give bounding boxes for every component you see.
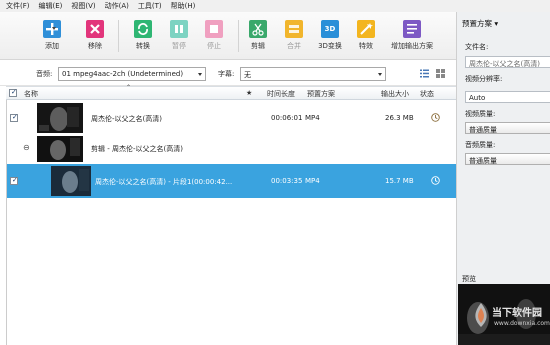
preview-label: 预览 xyxy=(462,275,476,283)
header-output-size[interactable]: 输出大小 xyxy=(381,89,409,99)
convert-icon xyxy=(134,20,152,38)
subtitle-label: 字幕: xyxy=(218,70,235,78)
file-list-header: ✓ 名称 ⌃ ★ 时间长度 预置方案 输出大小 状态 xyxy=(6,84,456,100)
menu-action[interactable]: 动作(A) xyxy=(105,1,129,11)
audio-quality-select[interactable]: 普通质量 xyxy=(465,153,550,165)
toolbar: 添加 移除 转换 暂停 停止 剪辑 合并 3D 3D变换 特效 增加输出方案 xyxy=(0,12,456,60)
row-duration: 00:03:35 xyxy=(271,177,303,185)
list-view-icon[interactable] xyxy=(420,69,429,78)
3d-convert-label: 3D变换 xyxy=(318,42,342,50)
scissors-icon xyxy=(249,20,267,38)
check-icon: ✓ xyxy=(11,88,17,96)
add-profile-label: 增加输出方案 xyxy=(391,42,433,50)
resolution-label: 视频分辨率: xyxy=(465,75,503,83)
watermark-logo-icon xyxy=(475,303,487,327)
filename-label: 文件名: xyxy=(465,43,489,51)
header-status[interactable]: 状态 xyxy=(420,89,434,99)
toolbar-divider xyxy=(118,20,119,52)
clock-status-icon xyxy=(431,176,440,185)
audio-label: 音频: xyxy=(36,70,53,78)
chevron-down-icon xyxy=(198,73,202,76)
grid-view-icon[interactable] xyxy=(436,69,445,78)
filter-bar: 音频: 01 mpeg4aac-2ch (Undetermined) 字幕: 无 xyxy=(0,62,456,86)
resolution-field[interactable]: Auto xyxy=(465,91,550,103)
row-title: 周杰伦-以父之名(高清) xyxy=(91,115,162,123)
menu-tools[interactable]: 工具(T) xyxy=(138,1,162,11)
remove-button[interactable]: 移除 xyxy=(73,20,117,51)
table-row-selected[interactable]: ✓ 周杰伦-以父之名(高清) - 片段1(00:00:42... 00:03:3… xyxy=(7,164,457,198)
merge-icon xyxy=(285,20,303,38)
row-title: 周杰伦-以父之名(高清) - 片段1(00:00:42... xyxy=(95,178,233,186)
check-icon: ✓ xyxy=(12,113,18,121)
chevron-down-icon xyxy=(378,73,382,76)
header-name[interactable]: 名称 xyxy=(24,89,38,99)
header-star[interactable]: ★ xyxy=(246,89,252,97)
row-checkbox[interactable]: ✓ xyxy=(10,176,18,185)
menu-edit[interactable]: 编辑(E) xyxy=(39,1,63,11)
resolution-value: Auto xyxy=(469,94,486,102)
row-title: 剪辑 - 周杰伦-以父之名(高清) xyxy=(91,145,183,153)
video-quality-value: 普通质量 xyxy=(469,126,497,134)
watermark-url: www.downxia.com xyxy=(494,320,550,327)
menu-view[interactable]: 视图(V) xyxy=(71,1,95,11)
stop-button[interactable]: 停止 xyxy=(192,20,236,51)
preset-panel-title[interactable]: 预置方案 ▾ xyxy=(462,18,498,29)
pause-label: 暂停 xyxy=(172,42,186,50)
row-size: 15.7 MB xyxy=(385,177,414,185)
pause-icon xyxy=(170,20,188,38)
row-size: 26.3 MB xyxy=(385,114,414,122)
clock-status-icon xyxy=(431,113,440,122)
table-row[interactable]: ✓ 周杰伦-以父之名(高清) 00:06:01 MP4 26.3 MB xyxy=(7,102,457,134)
menu-file[interactable]: 文件(F) xyxy=(6,1,30,11)
row-duration: 00:06:01 xyxy=(271,114,303,122)
stop-label: 停止 xyxy=(207,42,221,50)
collapse-toggle-icon[interactable]: ⊖ xyxy=(23,143,30,152)
audio-quality-label: 音频质量: xyxy=(465,141,496,149)
remove-x-icon xyxy=(86,20,104,38)
video-thumbnail xyxy=(37,136,83,162)
audio-quality-value: 普通质量 xyxy=(469,157,497,165)
audio-track-value: 01 mpeg4aac-2ch (Undetermined) xyxy=(62,70,184,78)
video-thumbnail xyxy=(51,166,91,196)
header-preset[interactable]: 预置方案 xyxy=(307,89,335,99)
file-list: ✓ 周杰伦-以父之名(高清) 00:06:01 MP4 26.3 MB ⊖ 剪辑… xyxy=(6,100,457,345)
remove-label: 移除 xyxy=(88,42,102,50)
add-dropdown-caret-icon[interactable] xyxy=(52,27,56,30)
video-quality-select[interactable]: 普通质量 xyxy=(465,122,550,134)
clip-group-row[interactable]: ⊖ 剪辑 - 周杰伦-以父之名(高清) xyxy=(7,135,457,163)
3d-icon: 3D xyxy=(321,20,339,38)
filename-value: 周杰伦-以父之名(高清) xyxy=(469,60,540,68)
subtitle-value: 无 xyxy=(244,71,251,79)
row-preset[interactable]: MP4 xyxy=(305,114,320,122)
convert-label: 转换 xyxy=(136,42,150,50)
video-quality-label: 视频质量: xyxy=(465,110,496,118)
magic-wand-icon xyxy=(357,20,375,38)
row-preset[interactable]: MP4 xyxy=(305,177,320,185)
merge-label: 合并 xyxy=(287,42,301,50)
stop-icon xyxy=(205,20,223,38)
select-all-checkbox[interactable]: ✓ xyxy=(9,88,17,97)
row-checkbox[interactable]: ✓ xyxy=(10,113,18,122)
video-thumbnail xyxy=(37,103,83,133)
check-icon: ✓ xyxy=(12,176,18,184)
menu-bar: 文件(F) 编辑(E) 视图(V) 动作(A) 工具(T) 帮助(H) xyxy=(0,0,550,12)
menu-help[interactable]: 帮助(H) xyxy=(171,1,196,11)
add-button[interactable]: 添加 xyxy=(30,20,74,51)
add-label: 添加 xyxy=(45,42,59,50)
cut-label: 剪辑 xyxy=(251,42,265,50)
watermark-text: 当下软件园 xyxy=(492,308,542,319)
effects-label: 特效 xyxy=(359,42,373,50)
watermark: 当下软件园 www.downxia.com xyxy=(470,300,550,340)
subtitle-select[interactable]: 无 xyxy=(240,67,386,81)
header-duration[interactable]: 时间长度 xyxy=(267,89,295,99)
add-profile-icon xyxy=(403,20,421,38)
sort-caret-icon: ⌃ xyxy=(126,84,132,91)
filename-field[interactable]: 周杰伦-以父之名(高清) xyxy=(465,56,550,68)
audio-track-select[interactable]: 01 mpeg4aac-2ch (Undetermined) xyxy=(58,67,206,81)
add-profile-button[interactable]: 增加输出方案 xyxy=(380,20,444,51)
